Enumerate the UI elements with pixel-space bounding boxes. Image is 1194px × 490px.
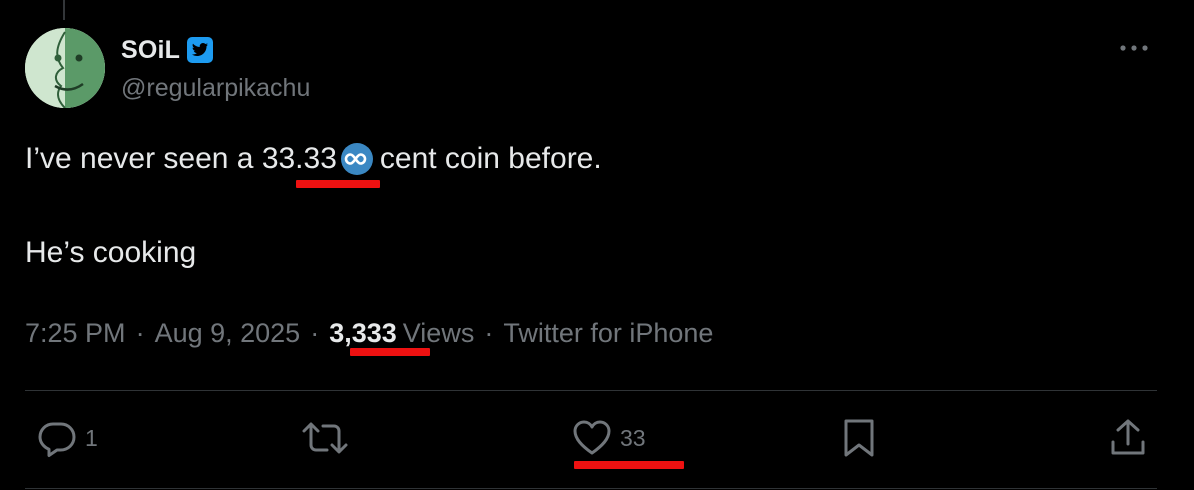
reply-icon <box>38 422 76 457</box>
tweet-text-line-2: He’s cooking <box>25 236 197 269</box>
tweet-text-line-1: I’ve never seen a 33.33 cent coin before… <box>25 142 602 176</box>
tweet-metadata: 7:25 PM · Aug 9, 2025 · 3,333 Views · Tw… <box>25 318 713 349</box>
annotation-underline-number <box>296 180 380 188</box>
share-button[interactable] <box>1110 418 1146 458</box>
thread-connector-line <box>63 0 65 20</box>
author-name-row[interactable]: SOiL <box>121 34 214 66</box>
bookmark-button[interactable] <box>842 418 876 458</box>
reply-count: 1 <box>85 424 98 451</box>
tweet-source-link[interactable]: Twitter for iPhone <box>503 318 713 349</box>
divider <box>25 488 1157 489</box>
annotation-underline-views <box>350 348 430 356</box>
avatar[interactable] <box>25 28 105 108</box>
annotation-underline-likes <box>574 461 684 469</box>
tweet-text-suffix: cent coin before. <box>379 142 602 175</box>
meta-separator: · <box>484 318 494 348</box>
divider <box>25 390 1157 391</box>
author-handle[interactable]: @regularpikachu <box>121 74 310 103</box>
more-options-button[interactable] <box>1117 32 1151 64</box>
tweet-time[interactable]: 7:25 PM <box>25 318 126 349</box>
like-button[interactable]: 33 <box>572 418 646 458</box>
views-label: Views <box>402 318 475 348</box>
heart-icon <box>573 420 611 455</box>
retweet-button[interactable] <box>301 418 357 458</box>
avatar-image <box>25 28 105 108</box>
bookmark-icon <box>844 419 874 457</box>
meta-separator: · <box>135 318 145 348</box>
tweet-date[interactable]: Aug 9, 2025 <box>155 318 301 349</box>
verified-badge-icon <box>186 36 214 64</box>
infinity-emoji-icon <box>340 143 373 175</box>
author-display-name[interactable]: SOiL <box>121 36 180 65</box>
share-icon <box>1111 419 1145 455</box>
views-count: 3,333 <box>329 318 397 348</box>
meta-separator: · <box>310 318 320 348</box>
more-dots-icon <box>1120 45 1148 51</box>
tweet-text-prefix: I’ve never seen a <box>25 142 262 175</box>
retweet-icon <box>302 422 348 454</box>
reply-button[interactable]: 1 <box>37 418 98 458</box>
tweet-text-number: 33.33 <box>261 142 337 175</box>
like-count: 33 <box>620 424 646 451</box>
